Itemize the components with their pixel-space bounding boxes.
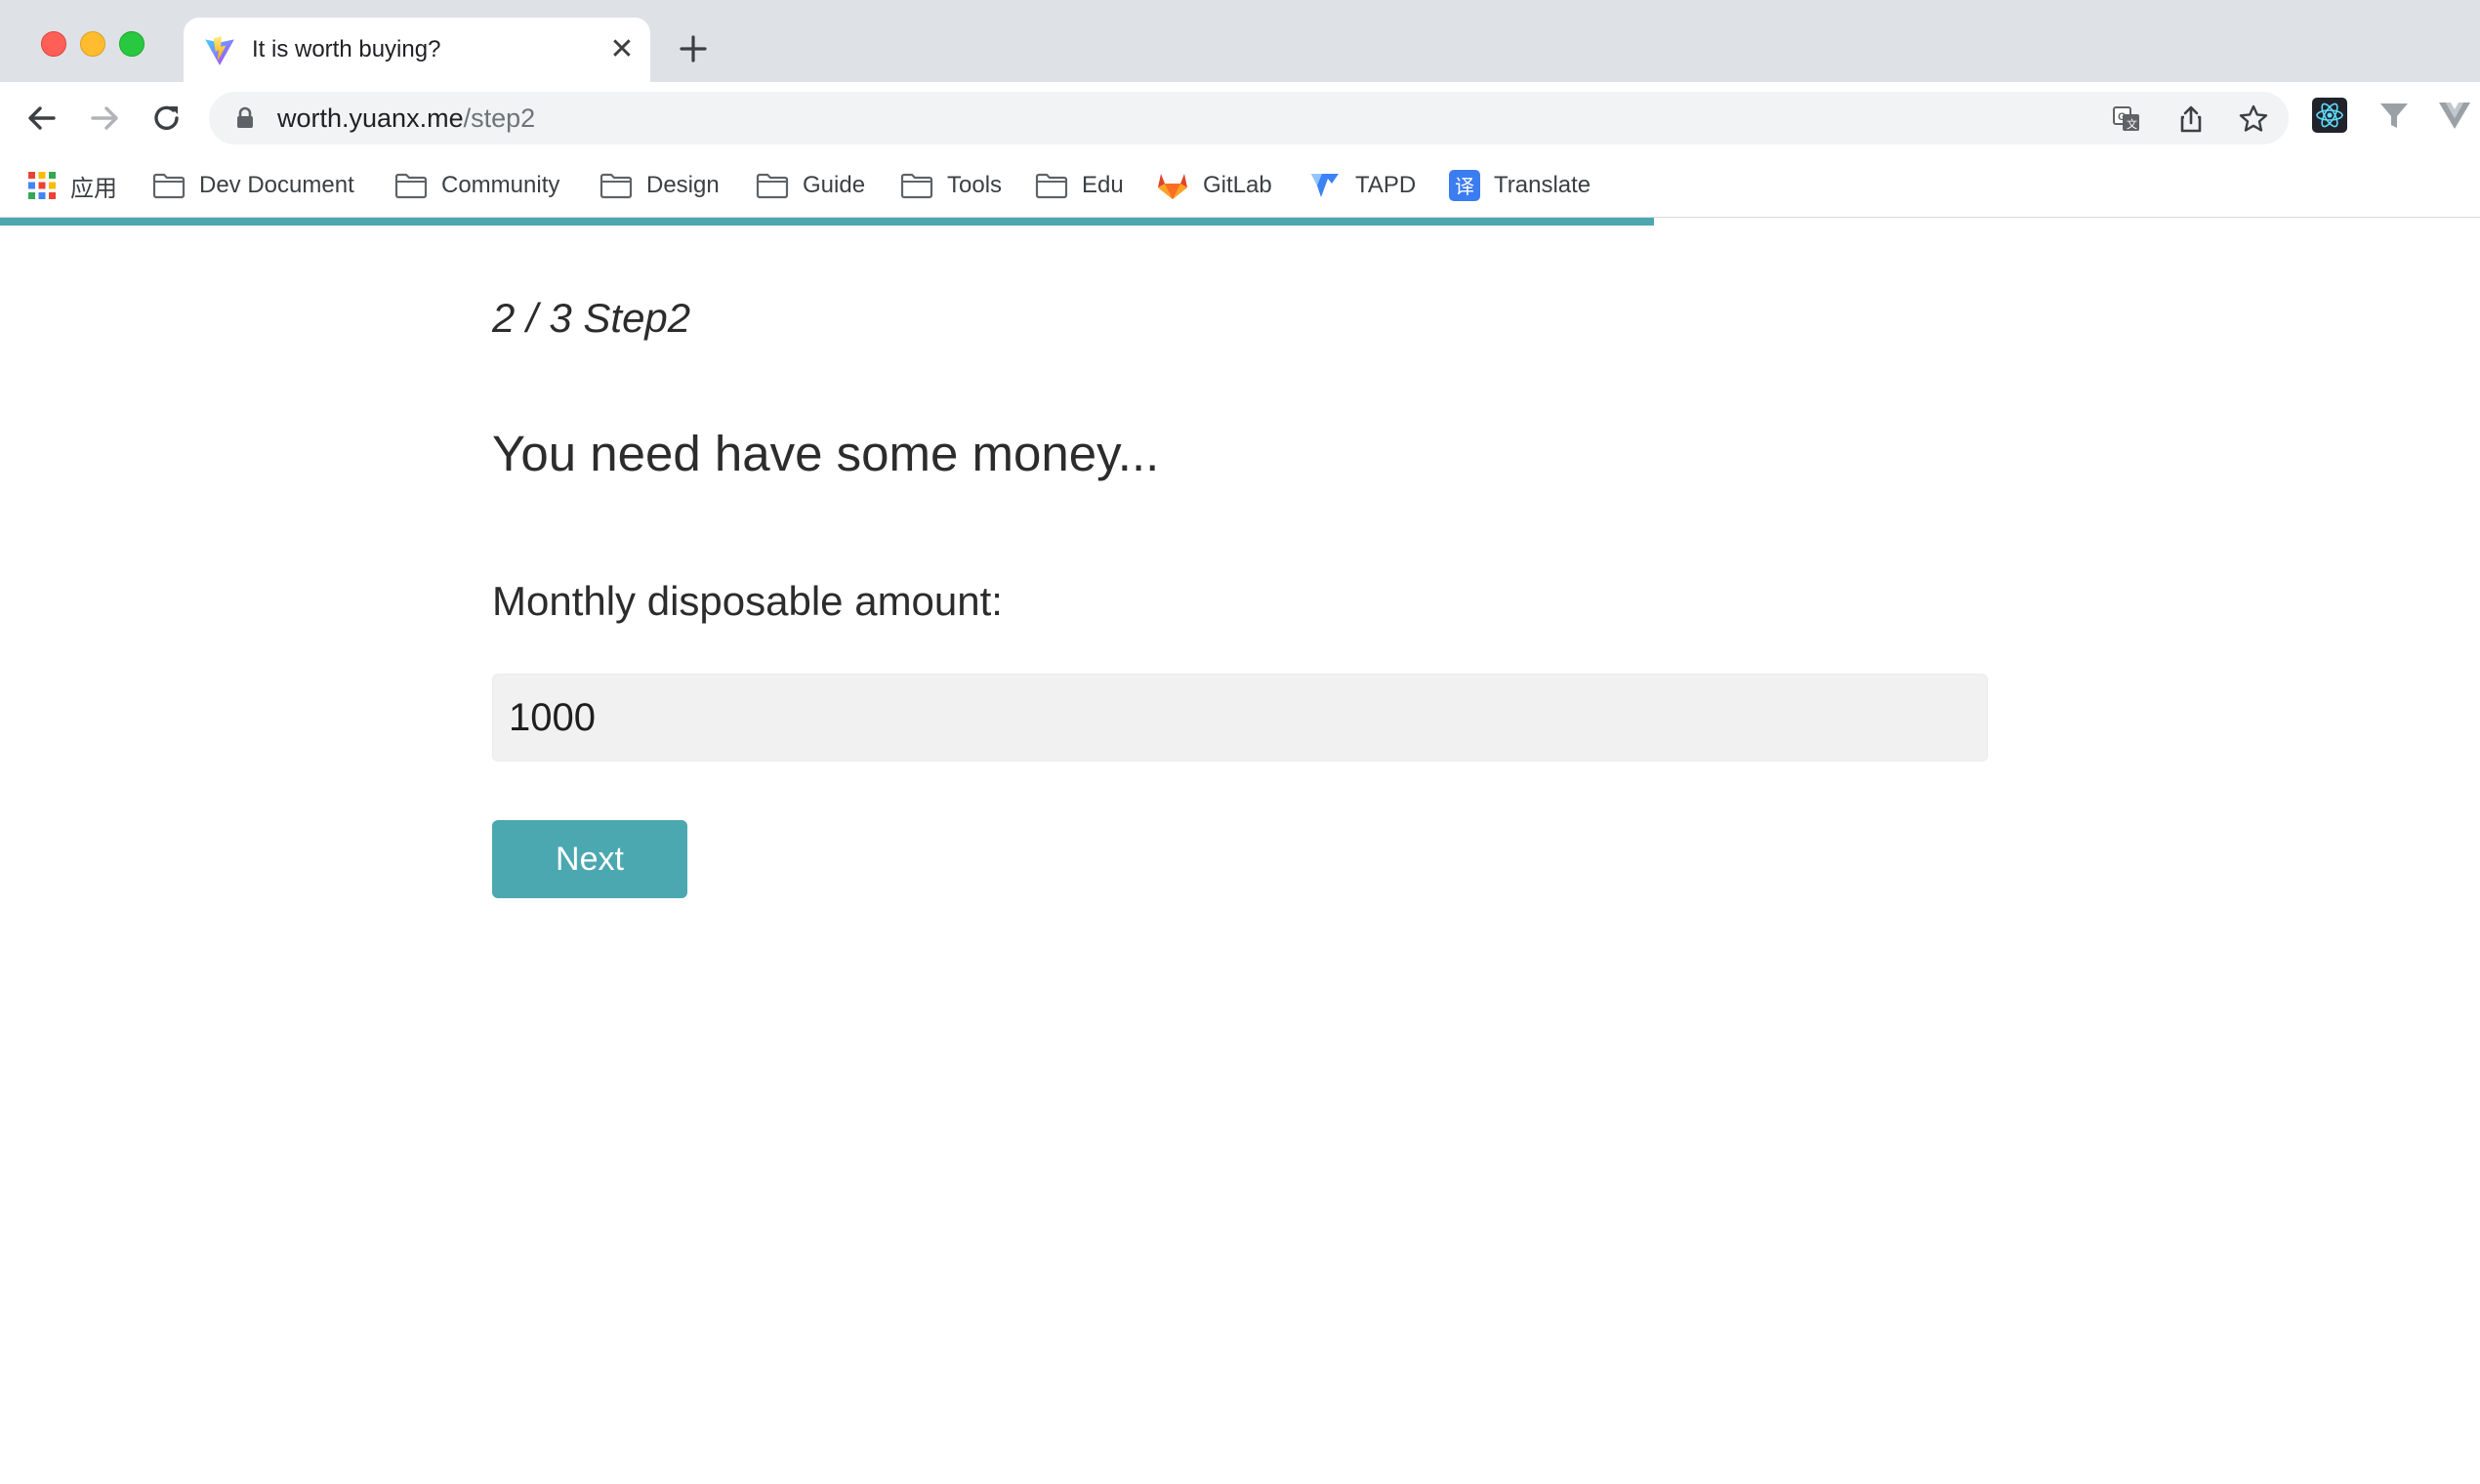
active-tab[interactable]: It is worth buying? ✕ [184,18,650,82]
google-translate-icon[interactable]: G 文 [2111,103,2142,135]
browser-toolbar: worth.yuanx.me/step2 G 文 [0,82,2480,154]
bookmark-label: Edu [1082,172,1124,198]
translate-icon: 译 [1449,170,1480,201]
folder-icon [756,173,789,199]
back-icon[interactable] [21,98,62,139]
svg-text:译: 译 [1455,175,1474,198]
bookmark-apps[interactable]: 应用 [27,166,117,205]
forward-icon[interactable] [84,98,125,139]
address-bar[interactable]: worth.yuanx.me/step2 G 文 [209,92,2289,144]
bookmarks-bar: 应用 Dev Document Community Design Guide T… [0,154,2480,218]
amount-label: Monthly disposable amount: [492,578,1003,624]
bookmark-label: Tools [947,172,1003,198]
bookmark-dev-document[interactable]: Dev Document [152,166,354,205]
step-progress-bar [0,218,2480,226]
tapd-icon [1311,174,1339,197]
tab-strip: It is worth buying? ✕ [0,0,2480,82]
folder-icon [599,173,633,199]
browser-window: It is worth buying? ✕ worth.yuanx.me/ste… [0,0,2480,1484]
react-devtools-icon[interactable] [2312,98,2347,133]
url-host: worth.yuanx.me [277,103,464,133]
monthly-amount-input[interactable] [492,674,1988,762]
question-heading: You need have some money... [492,426,1160,481]
close-tab-icon[interactable]: ✕ [607,35,637,64]
bookmark-label: TAPD [1355,172,1417,198]
bookmark-label: Guide [803,172,866,198]
bookmark-label: Community [441,172,560,198]
step-progress-fill [0,218,1655,226]
gitlab-icon [1158,174,1187,199]
bookmark-tools[interactable]: Tools [900,166,1002,205]
bookmark-label: 应用 [70,175,117,202]
filter-icon[interactable] [2377,98,2412,133]
bookmark-edu[interactable]: Edu [1035,166,1124,205]
new-tab-icon[interactable] [674,29,713,68]
reload-icon[interactable] [146,98,187,139]
bookmark-label: Dev Document [199,172,354,198]
bookmark-gitlab[interactable]: GitLab [1156,166,1272,205]
bookmark-label: Design [646,172,720,198]
close-window-button[interactable] [41,31,66,57]
bookmark-star-icon[interactable] [2238,103,2269,135]
bookmark-guide[interactable]: Guide [756,166,865,205]
tab-title: It is worth buying? [252,36,441,62]
svg-text:G: G [2118,111,2127,123]
bookmark-tapd[interactable]: TAPD [1308,166,1416,205]
bookmark-translate[interactable]: 译 Translate [1449,166,1591,205]
fullscreen-window-button[interactable] [119,31,145,57]
share-icon[interactable] [2175,103,2207,135]
folder-icon [1035,173,1068,199]
vite-favicon-icon [205,36,234,65]
svg-text:文: 文 [2127,117,2137,131]
bookmark-label: Translate [1494,172,1591,198]
step-indicator: 2 / 3 Step2 [492,295,691,341]
folder-icon [900,173,933,199]
vue-icon[interactable] [2437,98,2472,133]
folder-icon [152,173,186,199]
folder-icon [394,173,428,199]
next-button[interactable]: Next [492,820,687,898]
lock-icon[interactable] [234,106,256,130]
bookmark-label: GitLab [1203,172,1272,198]
minimize-window-button[interactable] [80,31,105,57]
bookmark-community[interactable]: Community [394,166,559,205]
url-text[interactable]: worth.yuanx.me/step2 [277,103,535,133]
bookmark-design[interactable]: Design [599,166,720,205]
url-path: /step2 [463,103,536,133]
apps-grid-icon [28,172,56,199]
